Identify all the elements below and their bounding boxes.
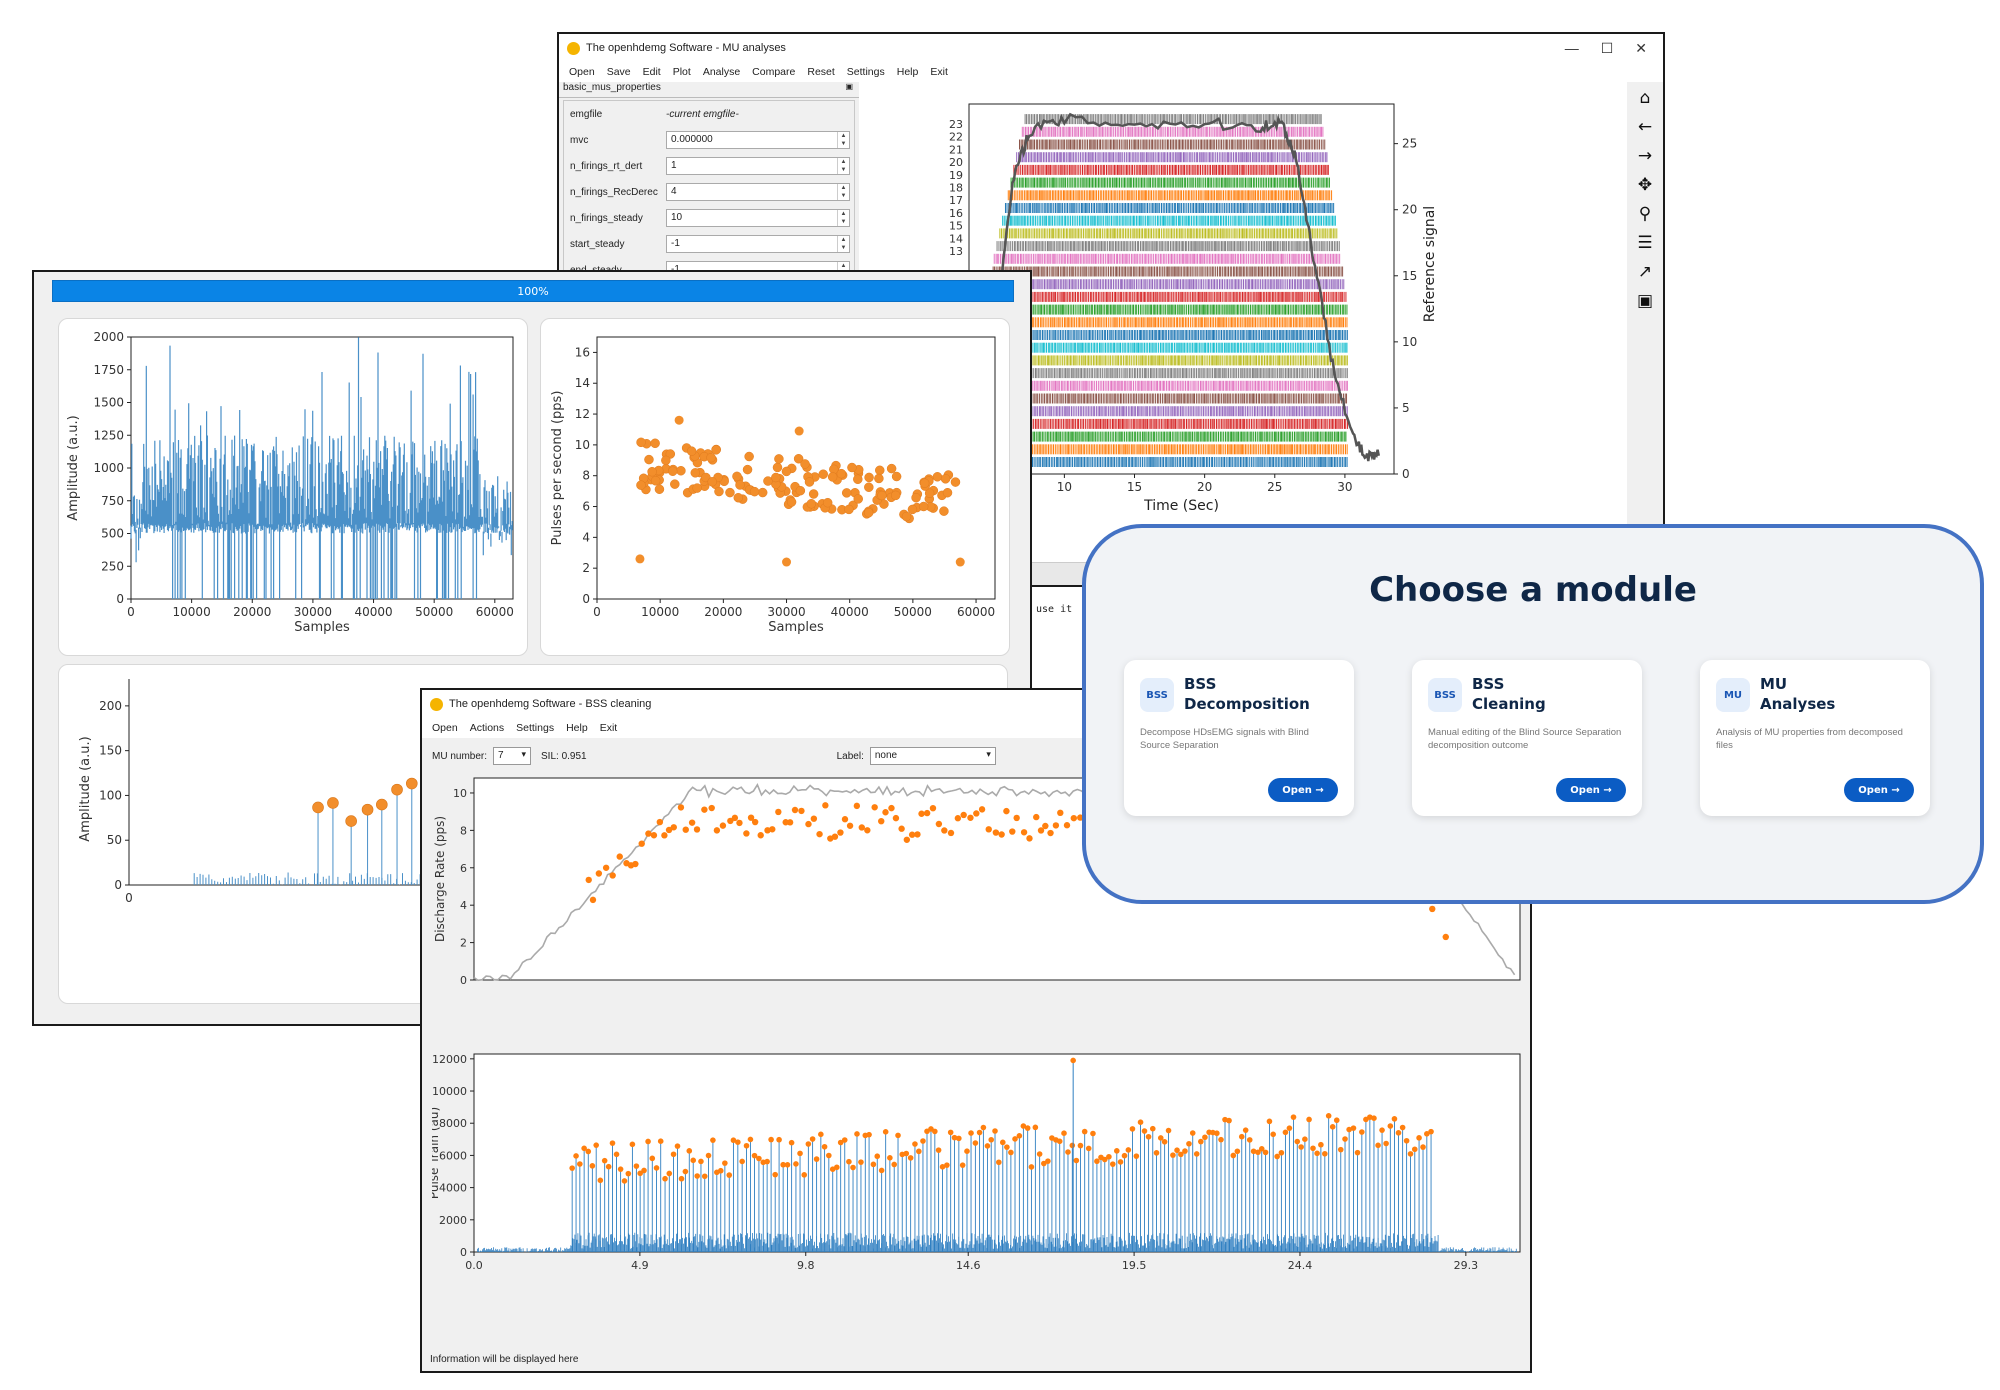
unit-spike-row — [990, 291, 1347, 302]
spin-arrows-icon[interactable]: ▲▼ — [837, 210, 849, 226]
unit-spike-row — [989, 457, 1348, 467]
param-label: n_firings_steady — [570, 212, 643, 224]
menu-edit[interactable]: Edit — [643, 66, 661, 78]
param-row-start-steady: start_steady -1 ▲ ▼ — [564, 231, 854, 257]
n-firings-recderec-spinbox[interactable]: 4 ▲ ▼ — [666, 183, 850, 201]
maximize-icon[interactable]: ☐ — [1601, 40, 1614, 57]
unit-spike-row — [989, 304, 1348, 315]
close-icon[interactable]: ✕ — [1635, 40, 1647, 57]
unit-spike-row — [991, 279, 1345, 290]
param-row-recderec: n_firings_RecDerec 4 ▲ ▼ — [564, 179, 854, 205]
param-row-emgfile: emgfile -current emgfile- — [564, 101, 854, 127]
param-label: n_firings_RecDerec — [570, 186, 658, 198]
menu-plot[interactable]: Plot — [673, 66, 691, 78]
menu-settings[interactable]: Settings — [847, 66, 885, 78]
spin-arrows-icon[interactable]: ▲▼ — [837, 184, 849, 200]
detach-icon[interactable]: ▣ — [845, 82, 853, 97]
param-value-static: -current emgfile- — [666, 108, 739, 120]
mu-titlebar: The openhdemg Software - MU analyses — ☐… — [559, 34, 1663, 62]
param-label: n_firings_rt_dert — [570, 160, 643, 172]
menu-exit[interactable]: Exit — [930, 66, 948, 78]
start-steady-spinbox[interactable]: -1 ▲ ▼ — [666, 235, 850, 253]
minimize-icon[interactable]: — — [1565, 40, 1579, 57]
mvc-spinbox[interactable]: 0.000000 ▲ ▼ — [666, 131, 850, 149]
panel-header: basic_mus_properties ▣ — [559, 82, 859, 98]
mu-window-title: The openhdemg Software - MU analyses — [586, 42, 786, 54]
param-label: emgfile — [570, 108, 603, 120]
param-row-steady: n_firings_steady 10 ▲ ▼ — [564, 205, 854, 231]
spinbox-value: -1 — [671, 238, 680, 249]
panel-title: basic_mus_properties — [563, 82, 661, 93]
spinbox-value: 10 — [671, 212, 683, 223]
spin-arrows-icon[interactable]: ▲▼ — [837, 236, 849, 252]
menu-save[interactable]: Save — [607, 66, 631, 78]
n-firings-steady-spinbox[interactable]: 10 ▲ ▼ — [666, 209, 850, 227]
mu-menubar: Open Save Edit Plot Analyse Compare Rese… — [559, 62, 1663, 82]
app-logo-icon — [567, 41, 580, 55]
param-label: start_steady — [570, 238, 625, 250]
spinbox-value: 4 — [671, 186, 677, 197]
parameter-form: emgfile -current emgfile- mvc 0.000000 ▲ ▼… — [563, 100, 855, 290]
param-row-rt-dert: n_firings_rt_dert 1 ▲ ▼ — [564, 153, 854, 179]
menu-analyse[interactable]: Analyse — [703, 66, 740, 78]
unit-spike-row — [996, 241, 1340, 252]
spinbox-value: 1 — [671, 160, 677, 171]
spin-arrows-icon[interactable]: ▲▼ — [837, 132, 849, 148]
menu-help[interactable]: Help — [897, 66, 919, 78]
spin-arrows-icon[interactable]: ▲▼ — [837, 158, 849, 174]
menu-compare[interactable]: Compare — [752, 66, 795, 78]
menu-reset[interactable]: Reset — [807, 66, 834, 78]
param-row-mvc: mvc 0.000000 ▲ ▼ — [564, 127, 854, 153]
menu-open[interactable]: Open — [569, 66, 595, 78]
param-label: mvc — [570, 134, 589, 146]
spinbox-value: 0.000000 — [671, 134, 713, 145]
unit-spike-row — [993, 253, 1341, 264]
n-firings-rt-dert-spinbox[interactable]: 1 ▲ ▼ — [666, 157, 850, 175]
unit-spike-row — [983, 368, 1348, 379]
